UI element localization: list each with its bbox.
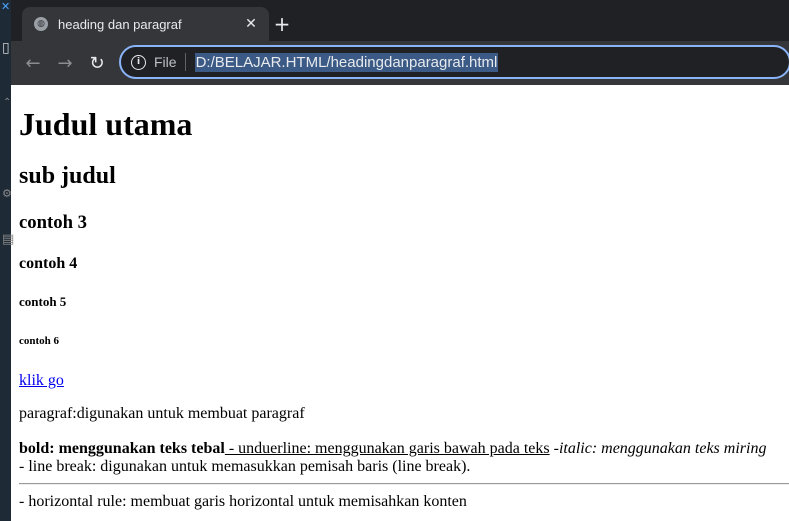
address-bar[interactable]: i File D:/BELAJAR.HTML/headingdanparagra… bbox=[119, 45, 789, 79]
tab-title: heading dan paragraf bbox=[58, 16, 182, 32]
editor-file-icon: ▯ bbox=[2, 40, 10, 56]
editor-sidebar-strip: ✕ ▯ ⌃ ⚙ ▤ bbox=[0, 0, 15, 521]
tab-heading-dan-paragraf[interactable]: ◍ heading dan paragraf ✕ bbox=[22, 7, 269, 41]
globe-icon: ◍ bbox=[34, 17, 48, 31]
editor-close-icon[interactable]: ✕ bbox=[1, 0, 10, 13]
paragraph: paragraf:digunakan untuk membuat paragra… bbox=[19, 405, 305, 422]
heading-6: contoh 6 bbox=[19, 335, 60, 347]
heading-5: contoh 5 bbox=[19, 294, 67, 309]
page-content: Judul utama sub judul contoh 3 contoh 4 … bbox=[19, 85, 789, 521]
bold-text: bold: menggunakan teks tebal bbox=[19, 440, 225, 457]
browser-chrome: ◍ heading dan paragraf ✕ + ← → ↻ i File … bbox=[11, 0, 789, 85]
italic-text: -italic: menggunakan teks miring bbox=[553, 440, 767, 457]
back-button[interactable]: ← bbox=[21, 51, 45, 75]
new-tab-button[interactable]: + bbox=[270, 12, 294, 36]
formatting-line: bold: menggunakan teks tebal - unduerlin… bbox=[19, 440, 766, 458]
editor-gear-icon: ⚙ bbox=[2, 187, 12, 200]
horizontal-rule-text: - horizontal rule: membuat garis horizon… bbox=[19, 493, 467, 510]
browser-toolbar: ← → ↻ i File D:/BELAJAR.HTML/headingdanp… bbox=[11, 41, 789, 85]
horizontal-rule bbox=[19, 483, 789, 485]
reload-button[interactable]: ↻ bbox=[85, 51, 109, 75]
editor-panel-icon: ▤ bbox=[2, 232, 15, 247]
heading-2: sub judul bbox=[19, 163, 116, 189]
info-icon[interactable]: i bbox=[131, 54, 146, 70]
forward-button[interactable]: → bbox=[53, 51, 77, 75]
klik-go-link[interactable]: klik go bbox=[19, 372, 64, 390]
underline-text: - unduerline: menggunakan garis bawah pa… bbox=[224, 440, 550, 457]
address-bar-divider bbox=[184, 53, 186, 71]
editor-chevron-icon: ⌃ bbox=[3, 97, 12, 108]
file-scheme-label: File bbox=[154, 54, 177, 70]
line-break-text: - line break: digunakan untuk memasukkan… bbox=[19, 458, 471, 475]
heading-4: contoh 4 bbox=[19, 255, 78, 272]
heading-3: contoh 3 bbox=[19, 212, 88, 233]
tab-close-icon[interactable]: ✕ bbox=[241, 14, 261, 34]
heading-1: Judul utama bbox=[19, 106, 193, 142]
url-text[interactable]: D:/BELAJAR.HTML/headingdanparagraf.html bbox=[194, 52, 499, 72]
